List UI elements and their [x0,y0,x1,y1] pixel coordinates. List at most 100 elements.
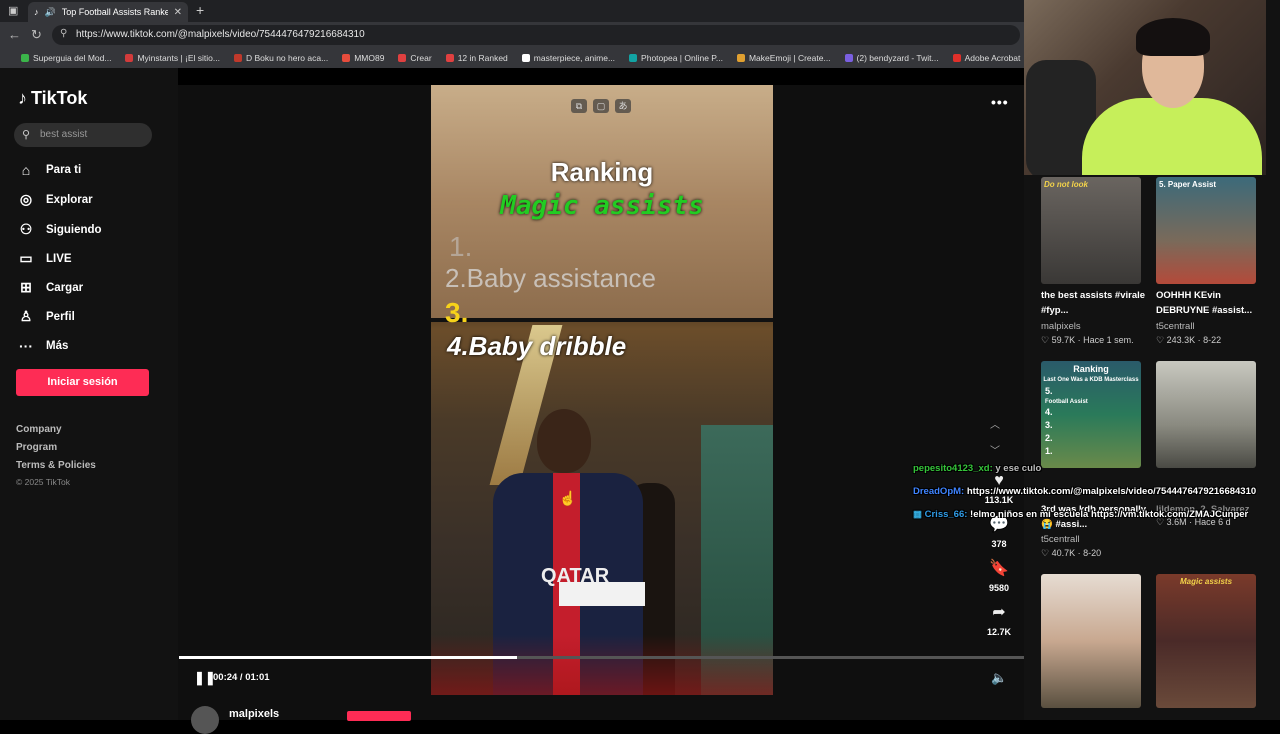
rec-user-3[interactable]: t5centrall [1041,534,1080,545]
site-info-icon[interactable]: ⚲ [60,28,67,39]
rank-1: 1. [449,231,473,262]
miniplayer-icon[interactable]: ▢ [593,99,609,113]
rec-stats-1: ♡ 59.7K · Hace 1 sem. [1041,335,1134,345]
bookmark-label: MakeEmoji | Create... [748,53,831,63]
logo-text: TikTok [31,88,88,108]
sidebar-item-label: Más [46,340,69,352]
bookmark-favicon-icon [736,54,745,62]
address-bar: ← ↻ ⚲ https://www.tiktok.com/@malpixels/… [0,22,1024,48]
rec-views-2: 243.3K [1166,335,1196,345]
thumbnail-3[interactable]: Ranking Last One Was a KDB Masterclass 5… [1041,361,1141,468]
censor-box [559,582,645,606]
player-head [537,409,591,473]
rec-title-1[interactable]: the best assists #virale #fyp... [1041,288,1153,318]
login-button[interactable]: Iniciar sesión [16,369,149,396]
upload-icon: ⊞ [20,279,32,295]
translate-icon[interactable]: あ [615,99,631,113]
share-count: 12.7K [986,627,1012,637]
more-icon: ··· [19,338,33,354]
chat-message-3: ▦ Criss_66: !elmo niños en mi escuela ht… [913,509,1248,520]
author-name[interactable]: malpixels [229,708,279,720]
tiktok-logo[interactable]: ♪ TikTok [18,88,87,109]
bookmark-item[interactable]: Superguia del Mod... [14,53,118,63]
bookmarks-bar: Superguia del Mod... Myinstants | ¡El sit… [0,48,1024,68]
heart-outline-icon: ♡ [1156,335,1165,345]
video-controls: ⧉ ▢ あ [571,99,631,113]
time-display: 00:24 / 01:01 [213,672,270,683]
author-avatar[interactable] [191,706,219,734]
tab-actions-icon[interactable]: ▣ [8,4,18,17]
thumb3-line-6: 1. [1045,446,1053,456]
back-icon[interactable]: ← [8,27,21,42]
rank-4: 4.Baby dribble [447,331,627,361]
volume-icon[interactable]: 🔈 [991,670,1007,686]
sidebar-item-4[interactable]: ⊞ Cargar [18,279,83,296]
rec-stats-2: ♡ 243.3K · 8-22 [1156,335,1222,345]
share-icon[interactable]: ➦ [988,602,1010,622]
pip-icon[interactable]: ⧉ [571,99,587,113]
new-tab-icon[interactable]: + [196,2,204,18]
tiktok-note-icon: ♪ [18,88,27,108]
thumbnail-2[interactable]: 5. Paper Assist [1156,177,1256,284]
thumbnail-6[interactable]: Magic assists [1156,574,1256,708]
speaker-icon[interactable]: 🔊 [45,7,56,18]
footer-link-program[interactable]: Program [16,442,57,453]
bookmark-label: D Boku no hero aca... [245,53,329,63]
close-tab-icon[interactable]: ✕ [174,7,182,18]
bookmark-item[interactable]: Crear [391,53,438,63]
thumbnail-4[interactable] [1156,361,1256,468]
sidebar-item-label: LIVE [46,252,72,265]
rec-title-2[interactable]: OOHHH KEvin DEBRUYNE #assist... [1156,288,1268,318]
video-player[interactable]: QATAR ⧉ ▢ あ Ranking Magic assists 1. 2.B… [431,85,773,695]
search-input[interactable]: ⚲ best assist [14,123,152,147]
thumbnail-overlay-3: Ranking [1073,364,1109,374]
thumb3-line-0: Last One Was a KDB Masterclass [1043,377,1139,383]
bookmark-item[interactable]: (2) bendyzard - Twit... [838,53,946,63]
url-field[interactable]: ⚲ https://www.tiktok.com/@malpixels/vide… [52,25,1020,45]
rec-user-1[interactable]: malpixels [1041,321,1081,332]
sidebar-item-5[interactable]: ♙ Perfil [18,308,75,325]
footer-link-company[interactable]: Company [16,424,62,435]
chat-user-3: Criss_66: [924,509,968,520]
bookmark-item[interactable]: Photopea | Online P... [622,53,730,63]
search-icon: ⚲ [22,129,31,141]
browser-tab[interactable]: ♪ 🔊 Top Football Assists Ranked ✕ [28,2,188,22]
bookmark-favicon-icon [21,54,29,62]
bookmark-favicon-icon [844,54,853,62]
rec-views-1: 59.7K [1051,335,1076,345]
sidebar-item-label: Perfil [46,310,75,323]
search-text: best assist [40,129,88,140]
chevron-down-icon[interactable]: ﹀ [990,442,1000,457]
bookmark-item[interactable]: D Boku no hero aca... [227,53,335,63]
bookmark-favicon-icon [342,54,351,62]
thumb3-line-2: Football Assist [1045,399,1088,405]
sidebar-item-label: Para ti [46,164,82,176]
more-options-icon[interactable]: ••• [991,94,1009,110]
thumbnail-1[interactable]: Do not look [1041,177,1141,284]
bookmark-label: Myinstants | ¡El sitio... [137,53,220,63]
sidebar-item-3[interactable]: ▭ LIVE [18,250,72,267]
rec-date-2: 8-22 [1203,335,1222,345]
chat-message-2: DreadOpM: https://www.tiktok.com/@malpix… [913,486,1256,497]
bookmark-label: masterpiece, anime... [533,53,616,63]
bookmark-icon[interactable]: 🔖 [988,558,1010,578]
sidebar-item-6[interactable]: ··· Más [18,338,68,354]
bookmark-item[interactable]: Adobe Acrobat [946,53,1024,63]
bookmark-item[interactable]: MakeEmoji | Create... [730,53,838,63]
bookmark-item[interactable]: Myinstants | ¡El sitio... [118,53,227,63]
sidebar-item-1[interactable]: ◎ Explorar [18,191,93,208]
sidebar-item-2[interactable]: ⚇ Siguiendo [18,221,102,238]
sidebar-item-0[interactable]: ⌂ Para ti [18,162,81,178]
rec-user-2[interactable]: t5centrall [1156,321,1195,332]
footer-link-terms[interactable]: Terms & Policies [16,460,96,471]
thumbnail-overlay-2: 5. Paper Assist [1159,180,1217,189]
chevron-up-icon[interactable]: ︿ [990,416,1000,431]
thumb3-line-5: 2. [1045,433,1053,443]
bookmark-item[interactable]: masterpiece, anime... [515,53,622,63]
bookmark-item[interactable]: MMO89 [335,53,391,63]
compass-icon: ◎ [19,191,33,207]
bookmark-item[interactable]: 12 in Ranked [439,53,515,63]
save-count: 9580 [988,583,1010,593]
reload-icon[interactable]: ↻ [31,27,42,43]
thumbnail-5[interactable] [1041,574,1141,708]
